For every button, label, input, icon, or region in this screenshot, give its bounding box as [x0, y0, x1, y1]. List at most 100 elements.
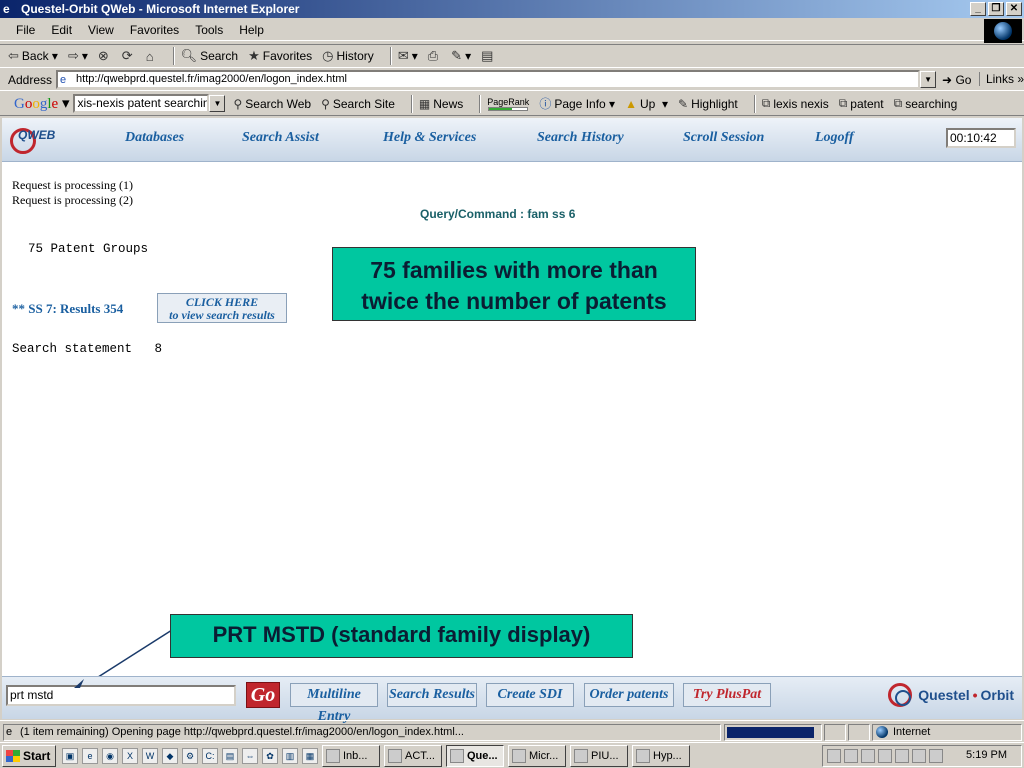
address-input[interactable]: e http://qwebprd.questel.fr/imag2000/en/…	[56, 70, 921, 89]
edit-button[interactable]: ✎ ▾	[451, 48, 471, 64]
quicklaunch-app-icon[interactable]: ▤	[222, 747, 238, 764]
back-button[interactable]: ⇦ Back ▾	[8, 48, 58, 64]
volume-icon[interactable]	[878, 749, 892, 763]
news-button[interactable]: ▦ News	[419, 97, 463, 111]
qweb-logo[interactable]: QWEB	[10, 124, 55, 154]
term-search-icon: ⧉	[893, 96, 903, 110]
word-icon[interactable]: W	[142, 747, 158, 764]
up-button[interactable]: ▲ Up ▾	[625, 97, 668, 111]
ie-quicklaunch-icon[interactable]: e	[82, 747, 98, 764]
history-button[interactable]: ◷ History	[322, 48, 374, 64]
refresh-icon: ⟳	[121, 48, 133, 63]
menu-file[interactable]: File	[16, 23, 35, 37]
nav-search-assist[interactable]: Search Assist	[242, 130, 319, 146]
discuss-button[interactable]: ▤	[481, 48, 496, 64]
command-input[interactable]: prt mstd	[6, 685, 236, 706]
stop-button[interactable]: ⊗	[98, 48, 112, 64]
back-arrow-icon: ⇦	[8, 48, 19, 63]
address-dropdown-button[interactable]: ▼	[920, 71, 937, 88]
clock[interactable]: 5:19 PM	[966, 749, 1007, 761]
menu-tools[interactable]: Tools	[195, 23, 223, 37]
restore-button[interactable]: ❐	[988, 2, 1004, 16]
try-pluspat-button[interactable]: Try PlusPat	[683, 683, 771, 707]
quicklaunch-app-icon[interactable]: ◆	[162, 747, 178, 764]
command-go-button[interactable]: Go	[246, 682, 280, 708]
quicklaunch-app-icon[interactable]: ✿	[262, 747, 278, 764]
google-search-input[interactable]: xis-nexis patent searching	[73, 94, 210, 113]
excel-icon[interactable]: X	[122, 747, 138, 764]
quicklaunch-app-icon[interactable]: ▣	[62, 747, 78, 764]
highlight-button[interactable]: ✎ Highlight	[678, 97, 738, 111]
go-button[interactable]: ➜ Go	[942, 73, 971, 87]
search-button[interactable]: 🔍︎ Search	[181, 48, 239, 64]
search-web-button[interactable]: ⚲ Search Web	[233, 97, 311, 111]
menu-favorites[interactable]: Favorites	[130, 23, 179, 37]
tray-icon[interactable]	[895, 749, 909, 763]
nav-scroll-session[interactable]: Scroll Session	[683, 130, 764, 146]
menu-view[interactable]: View	[88, 23, 114, 37]
home-button[interactable]: ⌂	[146, 49, 157, 64]
command-prompt-icon[interactable]: C:	[202, 747, 218, 764]
taskbar-item[interactable]: PIU...	[570, 744, 628, 767]
close-button[interactable]: ✕	[1006, 2, 1022, 16]
tray-icon[interactable]	[827, 749, 841, 763]
annotation-callout-prt-mstd: PRT MSTD (standard family display)	[170, 614, 633, 658]
create-sdi-button[interactable]: Create SDI	[486, 683, 574, 707]
refresh-button[interactable]: ⟳	[122, 48, 136, 64]
menu-help[interactable]: Help	[239, 23, 264, 37]
command-bar: prt mstd Go Multiline Entry Search Resul…	[2, 676, 1022, 724]
quicklaunch-app-icon[interactable]: ◉	[102, 747, 118, 764]
favorites-button[interactable]: ★ Favorites	[248, 48, 312, 64]
results-pane: Request is processing (1) Request is pro…	[2, 162, 1022, 676]
google-search-dropdown[interactable]: ▼	[209, 95, 226, 112]
term-search-icon: ⧉	[761, 96, 771, 110]
tray-icon[interactable]	[844, 749, 858, 763]
pagerank-indicator[interactable]: PageRank	[487, 97, 529, 111]
tray-icon[interactable]	[912, 749, 926, 763]
taskbar-item[interactable]: Inb...	[322, 744, 380, 767]
favorites-icon: ★	[248, 48, 260, 63]
links-button[interactable]: Links »	[978, 72, 1024, 86]
taskbar-item-active[interactable]: Que...	[446, 744, 504, 767]
search-site-button[interactable]: ⚲ Search Site	[321, 97, 395, 111]
nav-logoff[interactable]: Logoff	[815, 130, 854, 146]
term-lexis-nexis[interactable]: ⧉ lexis nexis	[762, 96, 829, 111]
term-search-icon: ⧉	[838, 96, 848, 110]
nav-search-history[interactable]: Search History	[537, 130, 624, 146]
term-searching[interactable]: ⧉ searching	[894, 96, 958, 111]
tray-icon[interactable]	[861, 749, 875, 763]
minimize-button[interactable]: _	[970, 2, 986, 16]
mail-button[interactable]: ✉ ▾	[398, 48, 418, 64]
pagerank-fill	[489, 107, 513, 110]
page-loading-icon: e	[6, 726, 13, 738]
start-button[interactable]: Start	[2, 744, 56, 767]
task-app-icon	[326, 748, 340, 763]
multiline-entry-button[interactable]: Multiline Entry	[290, 683, 378, 724]
quicklaunch-app-icon[interactable]: ⚙	[182, 747, 198, 764]
print-button[interactable]: ⎙	[428, 48, 441, 64]
task-app-icon	[574, 748, 588, 763]
order-patents-button[interactable]: Order patents	[584, 683, 674, 707]
ie-icon: e	[3, 2, 10, 16]
menu-edit[interactable]: Edit	[51, 23, 72, 37]
progress-fill	[727, 727, 815, 738]
tray-icon[interactable]	[929, 749, 943, 763]
forward-button[interactable]: ⇨ ▾	[68, 48, 88, 64]
quicklaunch-app-icon[interactable]: ▦	[302, 747, 318, 764]
taskbar-item[interactable]: Micr...	[508, 744, 566, 767]
globe-icon	[994, 22, 1012, 40]
taskbar-item[interactable]: Hyp...	[632, 744, 690, 767]
forward-arrow-icon: ⇨	[67, 48, 79, 63]
go-arrow-icon: ➜	[942, 72, 953, 87]
quicklaunch-app-icon[interactable]: ▥	[282, 747, 298, 764]
page-icon: e	[60, 74, 67, 86]
quicklaunch-app-icon[interactable]: ⇔	[242, 747, 258, 764]
standard-toolbar: ⇦ Back ▾ ⇨ ▾ ⊗ ⟳ ⌂ 🔍︎ Search ★ Favorites ◷ Hi…	[0, 44, 1024, 68]
nav-help-services[interactable]: Help & Services	[383, 130, 476, 146]
google-logo[interactable]: Google ▾	[14, 94, 69, 113]
page-info-button[interactable]: ⓘ Page Info ▾	[539, 95, 615, 112]
term-patent[interactable]: ⧉ patent	[839, 96, 884, 111]
taskbar-item[interactable]: ACT...	[384, 744, 442, 767]
search-results-button[interactable]: Search Results	[387, 683, 477, 707]
nav-databases[interactable]: Databases	[125, 130, 184, 146]
